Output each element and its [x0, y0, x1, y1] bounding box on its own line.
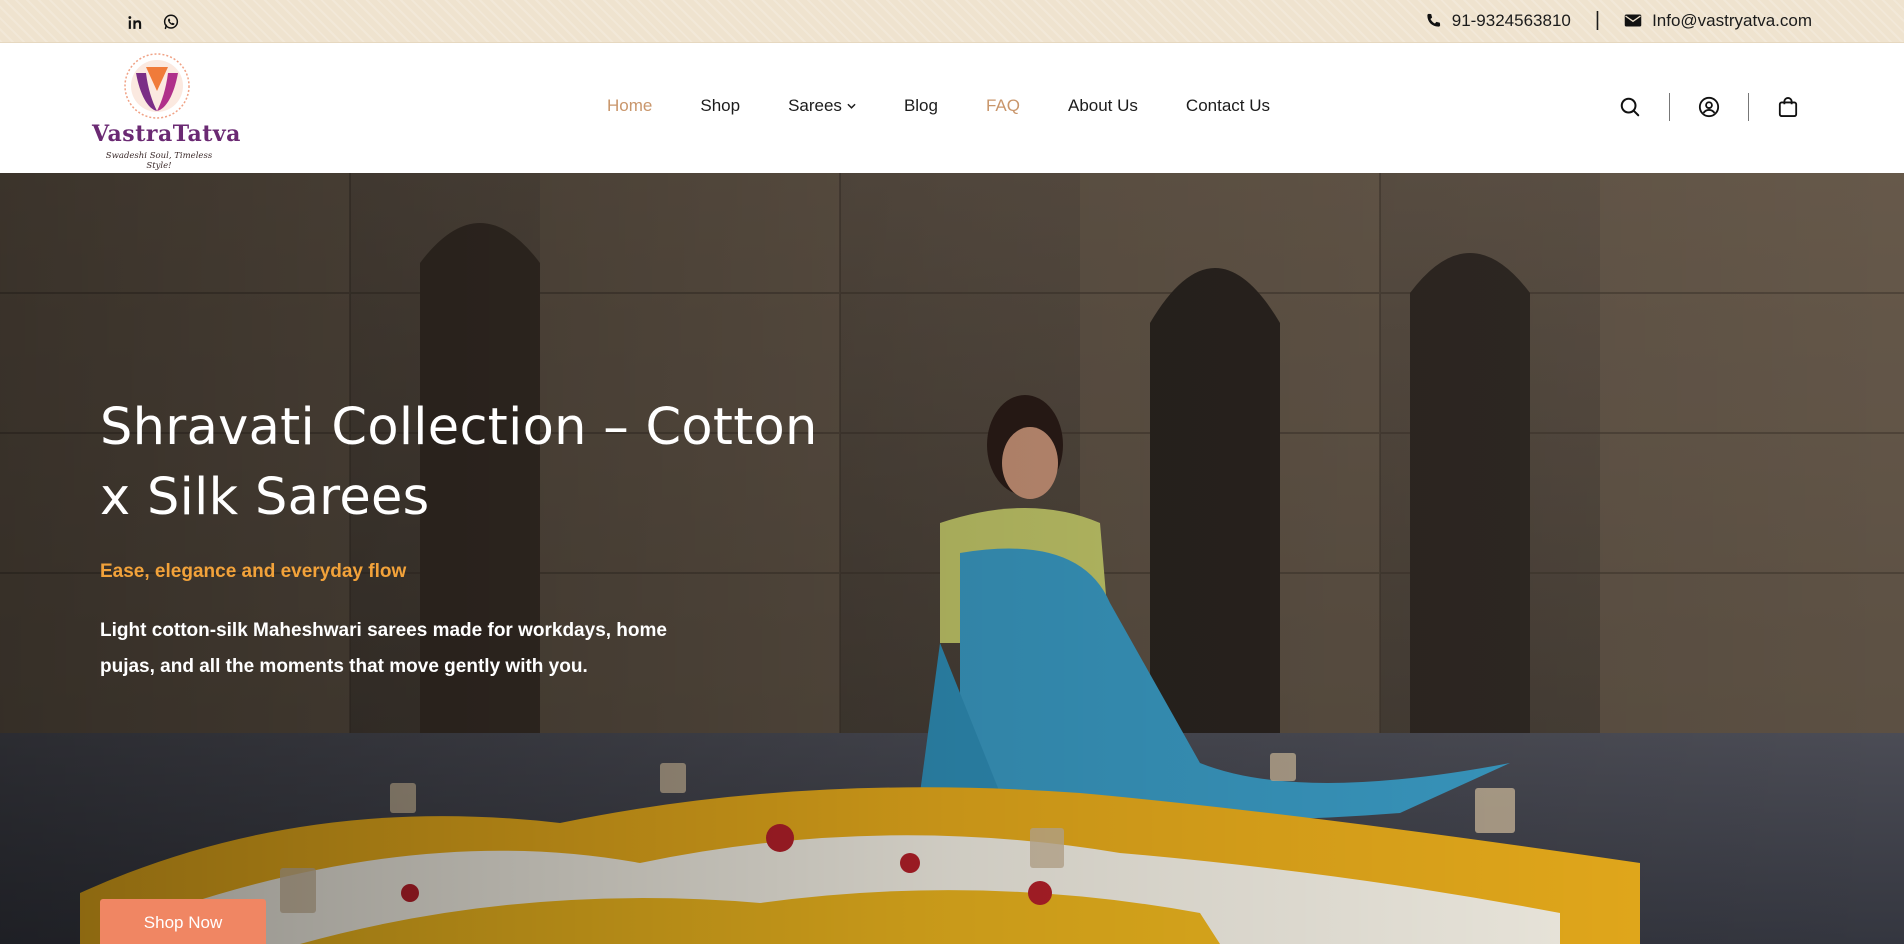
- shop-now-button[interactable]: Shop Now: [100, 899, 266, 944]
- linkedin-icon[interactable]: [124, 11, 146, 33]
- nav-item-contact-us[interactable]: Contact Us: [1186, 96, 1270, 116]
- nav-label: Sarees: [788, 96, 842, 115]
- top-bar: 91-9324563810 | Info@vastryatva.com: [0, 0, 1904, 43]
- nav-item-blog[interactable]: Blog: [904, 96, 938, 116]
- site-header: VastraTatva Swadeshi Soul, Timeless Styl…: [0, 43, 1904, 173]
- main-nav: Home Shop Sarees Blog FAQ About Us Conta…: [607, 96, 1270, 116]
- nav-label: Home: [607, 96, 653, 115]
- brand-name: VastraTatva: [92, 121, 241, 147]
- hero-subtitle: Ease, elegance and everyday flow: [100, 561, 407, 582]
- social-links: [124, 11, 182, 33]
- phone-icon: [1427, 13, 1440, 27]
- email-address: Info@vastryatva.com: [1652, 10, 1812, 30]
- nav-label: Blog: [903, 96, 938, 115]
- header-actions: [1618, 93, 1800, 121]
- envelope-icon: [1624, 14, 1642, 27]
- nav-label: FAQ: [985, 96, 1020, 115]
- header-divider: [1669, 93, 1670, 121]
- logo-emblem-icon: [124, 53, 190, 119]
- email-link[interactable]: Info@vastryatva.com: [1624, 11, 1812, 31]
- cart-icon[interactable]: [1776, 95, 1800, 119]
- user-icon[interactable]: [1697, 95, 1721, 119]
- nav-item-sarees[interactable]: Sarees: [788, 96, 856, 116]
- nav-label: About Us: [1067, 96, 1138, 115]
- nav-label: Contact Us: [1185, 96, 1271, 115]
- hero-content: Shravati Collection – Cotton x Silk Sare…: [100, 393, 820, 944]
- search-icon[interactable]: [1618, 95, 1642, 119]
- nav-item-home[interactable]: Home: [607, 96, 652, 116]
- hero-description: Light cotton-silk Maheshwari sarees made…: [100, 620, 667, 677]
- header-divider: [1748, 93, 1749, 121]
- nav-label: Shop: [700, 96, 741, 115]
- phone-link[interactable]: 91-9324563810: [1424, 11, 1571, 31]
- nav-item-faq[interactable]: FAQ: [986, 96, 1020, 116]
- contact-info: 91-9324563810 | Info@vastryatva.com: [1424, 9, 1812, 32]
- brand-tagline: Swadeshi Soul, Timeless Style!: [105, 151, 213, 171]
- hero-banner: Shravati Collection – Cotton x Silk Sare…: [0, 173, 1904, 944]
- nav-item-shop[interactable]: Shop: [700, 96, 740, 116]
- chevron-down-icon: [847, 103, 856, 109]
- hero-title: Shravati Collection – Cotton x Silk Sare…: [100, 398, 818, 527]
- nav-item-about-us[interactable]: About Us: [1068, 96, 1138, 116]
- contact-separator: |: [1594, 9, 1601, 31]
- phone-number: 91-9324563810: [1451, 10, 1571, 30]
- site-logo[interactable]: VastraTatva Swadeshi Soul, Timeless Styl…: [92, 51, 241, 171]
- whatsapp-icon[interactable]: [160, 11, 182, 33]
